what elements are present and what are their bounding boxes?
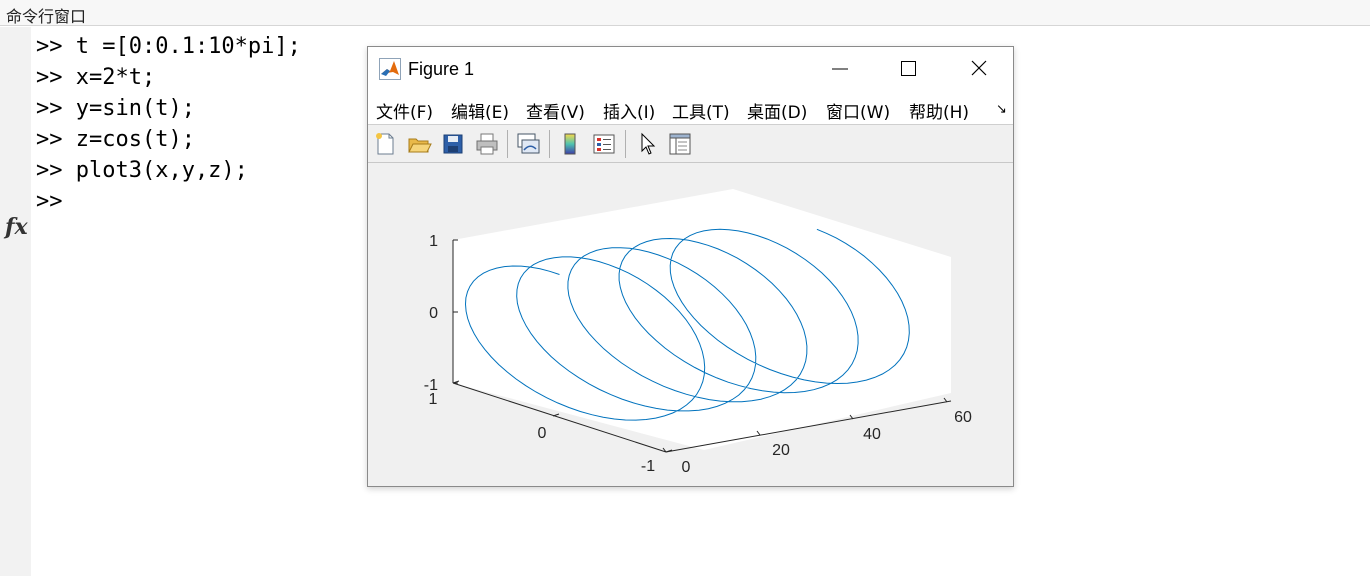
command-window-title: 命令行窗口: [6, 7, 87, 26]
x-tick-label: 60: [954, 409, 972, 426]
menu-desktop[interactable]: 桌面(D): [747, 98, 807, 123]
close-icon: [971, 60, 987, 76]
toolbar-separator: [549, 130, 550, 158]
minimize-icon: [832, 68, 848, 70]
legend-icon: [593, 134, 615, 154]
menu-overflow-icon[interactable]: ↘: [996, 102, 1007, 117]
command-window-header: 命令行窗口: [0, 0, 1370, 26]
menu-view[interactable]: 查看(V): [526, 98, 585, 123]
z-tick-label: 1: [429, 233, 438, 250]
minimize-button[interactable]: [819, 53, 861, 85]
y-tick-mark: [552, 413, 560, 417]
figure-title: Figure 1: [408, 59, 475, 79]
x-tick-mark: [943, 397, 948, 403]
command-gutter: fx: [0, 27, 31, 576]
figure-titlebar[interactable]: Figure 1: [368, 47, 1013, 91]
maximize-button[interactable]: [887, 53, 929, 85]
y-tick-label: -1: [641, 458, 655, 475]
new-figure-icon: [376, 133, 394, 155]
figure-window[interactable]: Figure 1 文件(F) 编辑(E) 查看(V) 插入(I) 工具(T) 桌…: [367, 46, 1014, 487]
menu-tools[interactable]: 工具(T): [672, 98, 730, 123]
command-line[interactable]: >> plot3(x,y,z);: [36, 155, 301, 186]
y-tick-label: 1: [429, 391, 438, 408]
pointer-icon: [641, 132, 656, 155]
print-button[interactable]: [474, 131, 500, 157]
toolbar-separator: [625, 130, 626, 158]
new-figure-button[interactable]: [372, 131, 398, 157]
colorbar-icon: [564, 133, 576, 155]
command-line[interactable]: >> t =[0:0.1:10*pi];: [36, 31, 301, 62]
menu-help[interactable]: 帮助(H): [909, 98, 969, 123]
link-plot-button[interactable]: [515, 131, 541, 157]
menu-edit[interactable]: 编辑(E): [451, 98, 509, 123]
y-tick-label: 0: [538, 425, 547, 442]
save-icon: [443, 134, 463, 154]
maximize-icon: [901, 61, 916, 76]
x-tick-label: 20: [772, 442, 790, 459]
plot-area[interactable]: 1 0 -1 1 0 -1 0 20 40 60: [368, 164, 1013, 486]
command-line[interactable]: >> z=cos(t);: [36, 124, 301, 155]
pointer-button[interactable]: [634, 131, 660, 157]
menu-window[interactable]: 窗口(W): [826, 98, 890, 123]
x-tick-label: 0: [682, 459, 691, 476]
z-tick-label: 0: [429, 305, 438, 322]
property-editor-icon: [669, 133, 691, 155]
command-lines[interactable]: >> t =[0:0.1:10*pi]; >> x=2*t; >> y=sin(…: [36, 31, 301, 217]
menu-file[interactable]: 文件(F): [376, 98, 433, 123]
command-line[interactable]: >> x=2*t;: [36, 62, 301, 93]
colorbar-button[interactable]: [557, 131, 583, 157]
property-editor-button[interactable]: [667, 131, 693, 157]
print-icon: [476, 133, 498, 155]
close-button[interactable]: [958, 53, 1000, 85]
fx-icon[interactable]: fx: [5, 214, 28, 240]
open-file-button[interactable]: [406, 131, 432, 157]
x-tick-label: 40: [863, 426, 881, 443]
axes-back-panel: [453, 189, 951, 450]
figure-menubar: 文件(F) 编辑(E) 查看(V) 插入(I) 工具(T) 桌面(D) 窗口(W…: [368, 91, 1013, 125]
legend-button[interactable]: [591, 131, 617, 157]
menu-insert[interactable]: 插入(I): [603, 98, 655, 123]
figure-toolbar: [368, 125, 1013, 163]
save-button[interactable]: [440, 131, 466, 157]
link-plot-icon: [517, 133, 540, 154]
matlab-logo-icon: [379, 58, 401, 80]
open-file-icon: [408, 138, 432, 153]
command-line[interactable]: >> y=sin(t);: [36, 93, 301, 124]
command-prompt[interactable]: >>: [36, 186, 301, 217]
toolbar-separator: [507, 130, 508, 158]
